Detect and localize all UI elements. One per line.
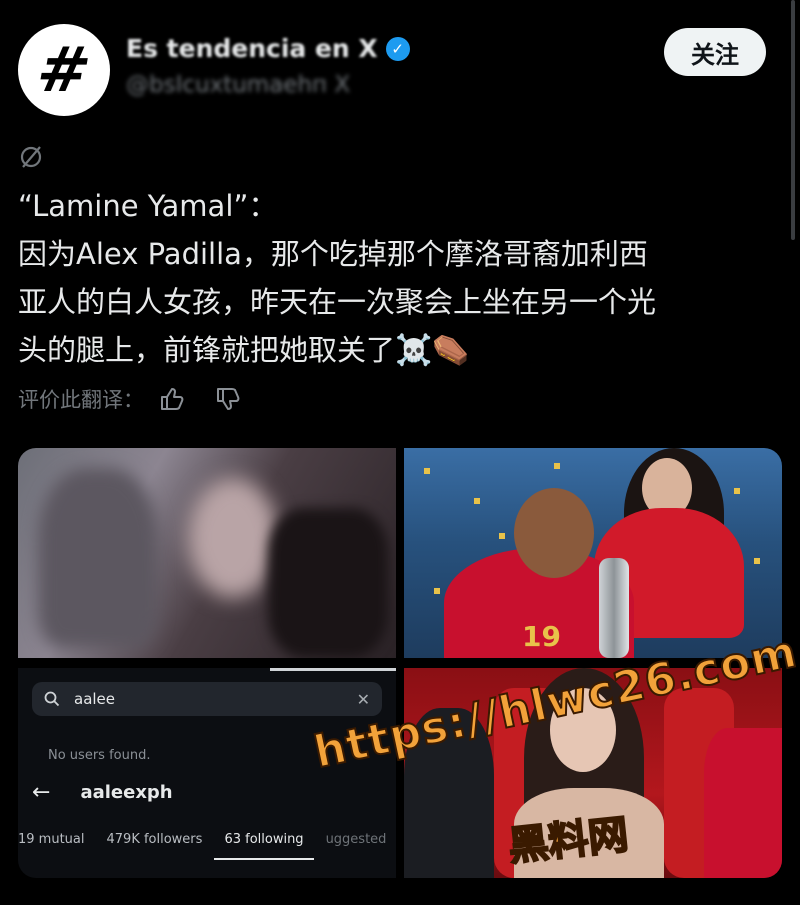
coffin-emoji: ⚰️	[432, 333, 470, 368]
party-video-still[interactable]	[18, 448, 396, 658]
rate-translation: 评价此翻译：	[18, 384, 242, 414]
scrollbar[interactable]	[791, 0, 795, 240]
tweet-line-text: 头的腿上，前锋就把她取关了	[18, 333, 396, 367]
avatar[interactable]: #	[18, 24, 110, 116]
search-input[interactable]	[74, 690, 357, 708]
mutual-count[interactable]: 19 mutual	[18, 832, 85, 847]
player-face	[514, 488, 594, 578]
tweet-line: 亚人的白人女孩，昨天在一次聚会上坐在另一个光	[18, 285, 657, 319]
confetti	[474, 498, 480, 504]
confetti	[554, 463, 560, 469]
tweet-line: “Lamine Yamal”：	[18, 189, 278, 223]
celebration-photo[interactable]: 19	[404, 448, 782, 658]
profile-username: aaleexph	[80, 782, 173, 803]
thumbs-down-icon[interactable]	[214, 385, 242, 413]
suggested-tab[interactable]: uggested	[326, 832, 387, 847]
followers-count[interactable]: 479K followers	[107, 832, 203, 847]
confetti	[434, 588, 440, 594]
close-icon[interactable]: ✕	[357, 690, 370, 709]
confetti	[734, 488, 740, 494]
search-box[interactable]: ✕	[32, 682, 382, 716]
confetti	[499, 533, 505, 539]
tweet-line: 头的腿上，前锋就把她取关了☠️⚰️	[18, 326, 788, 375]
confetti	[424, 468, 430, 474]
blurred-figure	[188, 478, 278, 598]
account-name[interactable]: Es tendencia en X	[126, 34, 378, 63]
confetti	[754, 558, 760, 564]
translate-icon	[20, 146, 42, 168]
search-icon	[44, 691, 60, 707]
tweet-line: 因为Alex Padilla，那个吃掉那个摩洛哥裔加利西	[18, 237, 648, 271]
tweet-text: “Lamine Yamal”： 因为Alex Padilla，那个吃掉那个摩洛哥…	[18, 182, 788, 375]
no-results-text: No users found.	[48, 748, 151, 763]
verified-badge-icon: ✓	[385, 36, 410, 61]
hashtag-logo: #	[31, 33, 97, 106]
name-row: Es tendencia en X ✓	[126, 34, 410, 63]
thumbs-up-icon[interactable]	[158, 385, 186, 413]
skull-emoji: ☠️	[395, 333, 433, 368]
tweet-header: # Es tendencia en X ✓ @bsIcuxtumaehп X 关…	[0, 0, 800, 130]
trophy	[599, 558, 629, 658]
profile-header: ← aaleexph	[32, 780, 173, 805]
rate-translation-label: 评价此翻译：	[18, 388, 144, 412]
follow-button[interactable]: 关注	[664, 28, 766, 76]
blurred-figure	[38, 468, 158, 648]
player-figure	[704, 728, 782, 878]
following-count[interactable]: 63 following	[214, 832, 314, 860]
jersey-number: 19	[522, 620, 561, 653]
account-handle[interactable]: @bsIcuxtumaehп X	[126, 72, 350, 98]
back-arrow-icon[interactable]: ←	[32, 780, 50, 805]
profile-stats: 19 mutual 479K followers 63 following ug…	[18, 832, 387, 860]
tab-indicator	[270, 668, 396, 671]
blurred-figure	[268, 508, 388, 658]
